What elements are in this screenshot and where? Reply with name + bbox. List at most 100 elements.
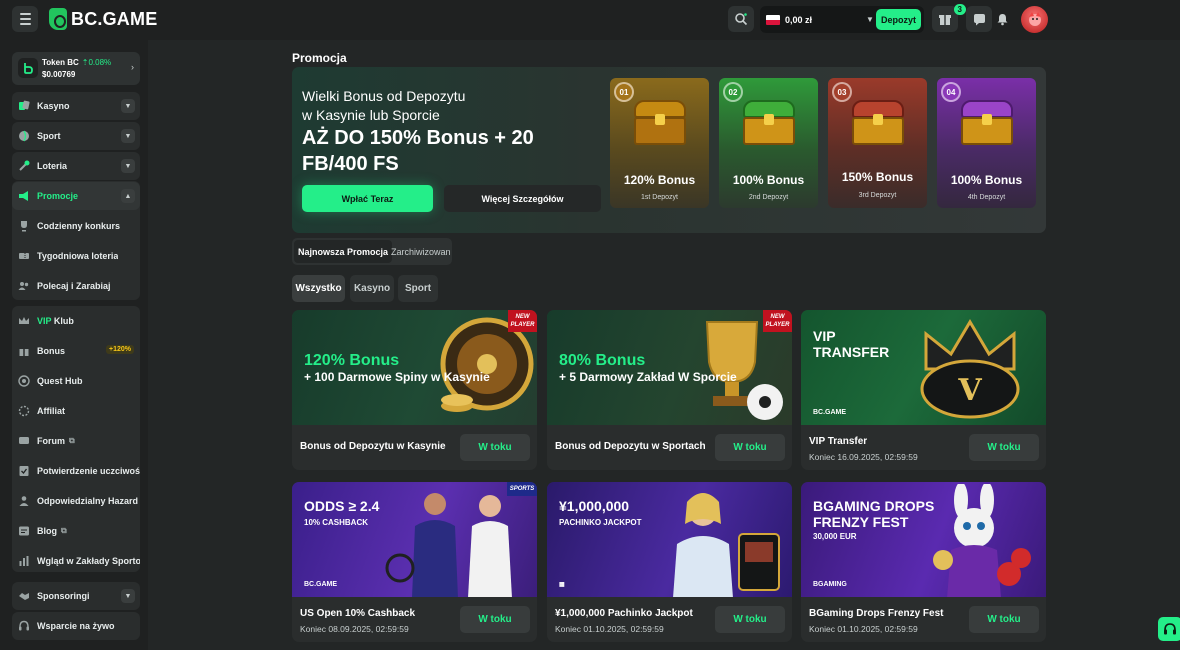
hero-subtitle: Wielki Bonus od Depozytu w Kasynie lub S…: [302, 88, 466, 123]
promo-card-casino-bonus[interactable]: NEW PLAYER 120% Bonus + 100 Darmowe Spin…: [292, 310, 537, 470]
forum-icon: [18, 435, 30, 447]
sidebar-item-wsparcie[interactable]: Wsparcie na żywo: [12, 612, 140, 640]
promo-card-end-date: Koniec 16.09.2025, 02:59:59: [809, 452, 918, 462]
promo-card-vip-transfer[interactable]: V VIP TRANSFER BC.GAME VIP Transfer Konie…: [801, 310, 1046, 470]
wallet-selector[interactable]: 0,00 zł ▼ Depozyt: [760, 6, 924, 33]
chevron-up-icon[interactable]: ▲: [121, 189, 135, 203]
sidebar-item-potwierdzenie[interactable]: Potwierdzenie uczciwości: [12, 457, 140, 485]
chat-icon: [973, 13, 985, 25]
brand-mark-icon: [49, 8, 67, 30]
chevron-down-icon[interactable]: ▼: [121, 159, 135, 173]
sidebar-item-sponsoringi[interactable]: Sponsoringi ▼: [12, 582, 140, 610]
tier-card-3[interactable]: 03 150% Bonus 3rd Depozyt: [828, 78, 927, 208]
tier-title: 150% Bonus: [841, 170, 914, 184]
person-icon: [18, 495, 30, 507]
sidebar-item-codzienny-konkurs[interactable]: Codzienny konkurs: [12, 212, 140, 240]
sidebar-item-loteria[interactable]: Loteria ▼: [12, 152, 140, 180]
filter-kasyno[interactable]: Kasyno: [350, 275, 394, 302]
tier-number-badge: 04: [941, 82, 961, 102]
sidebar-item-wglad[interactable]: Wgląd w Zakłady Sportowe: [12, 547, 140, 575]
sidebar-item-forum[interactable]: Forum ⧉: [12, 427, 140, 455]
sidebar-item-blog[interactable]: Blog ⧉: [12, 517, 140, 545]
live-support-button[interactable]: [1158, 617, 1180, 641]
promo-card-end-date: Koniec 01.10.2025, 02:59:59: [809, 624, 918, 634]
promo-card-pachinko[interactable]: ¥1,000,000 PACHINKO JACKPOT ▦ ¥1,000,000…: [547, 482, 792, 642]
promo-image-brand: BC.GAME: [813, 409, 847, 416]
promo-image-headline: ¥1,000,000: [559, 498, 630, 514]
blog-icon: [18, 525, 30, 537]
filter-sport[interactable]: Sport: [398, 275, 438, 302]
tier-subtitle: 2nd Depozyt: [748, 194, 789, 201]
in-progress-button[interactable]: W toku: [460, 606, 530, 633]
promotion-segment-control: Najnowsza Promocja Zarchiwizowan: [292, 238, 452, 265]
deposit-button[interactable]: Depozyt: [875, 9, 921, 30]
sidebar-item-sport[interactable]: Sport ▼: [12, 122, 140, 150]
chevron-down-icon[interactable]: ▼: [121, 129, 135, 143]
tier-card-1[interactable]: 01 120% Bonus 1st Depozyt: [610, 78, 709, 208]
sidebar-item-vip-klub[interactable]: VIP Klub: [12, 307, 140, 335]
menu-toggle-button[interactable]: [12, 6, 38, 32]
tier-subtitle: 4th Depozyt: [967, 194, 1006, 201]
token-bc-card[interactable]: Token BC ⇡0.08% $0.00769 ›: [12, 52, 140, 85]
chevron-down-icon[interactable]: ▼: [121, 99, 135, 113]
promo-card-sports-bonus[interactable]: NEW PLAYER 80% Bonus + 5 Darmowy Zakład …: [547, 310, 792, 470]
promo-card-end-date: Koniec 01.10.2025, 02:59:59: [555, 624, 664, 634]
tier-title: 100% Bonus: [950, 173, 1023, 187]
search-button[interactable]: [728, 6, 754, 32]
promo-card-image: ¥1,000,000 PACHINKO JACKPOT ▦: [547, 482, 792, 597]
sidebar-item-bonus[interactable]: Bonus +120%: [12, 337, 140, 365]
shield-check-icon: [18, 465, 30, 477]
avatar-character-icon: [1028, 11, 1041, 26]
user-avatar[interactable]: [1021, 6, 1048, 33]
promo-card-us-open[interactable]: SPORTS ODDS ≥ 2.4 10% CASHBACK BC.GAME U…: [292, 482, 537, 642]
treasure-chest-icon: [852, 100, 904, 146]
notifications-button[interactable]: [989, 6, 1015, 32]
in-progress-button[interactable]: W toku: [460, 434, 530, 461]
crown-icon: [18, 315, 30, 327]
wallet-balance: 0,00 zł: [785, 14, 813, 25]
users-icon: [18, 280, 30, 292]
treasure-chest-icon: [961, 100, 1013, 146]
gift-icon: [18, 345, 30, 357]
promo-card-image: NEW PLAYER 80% Bonus + 5 Darmowy Zakład …: [547, 310, 792, 425]
tab-archived[interactable]: Zarchiwizowan: [391, 240, 451, 263]
promo-card-bgaming-drops[interactable]: BGAMING DROPS FRENZY FEST 30,000 EUR BGAM…: [801, 482, 1046, 642]
rewards-button[interactable]: 3: [932, 4, 966, 32]
filter-wszystko[interactable]: Wszystko: [292, 275, 345, 302]
brand-logo[interactable]: BC.GAME: [49, 8, 157, 30]
vip-crown-icon: V: [920, 319, 1020, 419]
sidebar-item-quest-hub[interactable]: Quest Hub: [12, 367, 140, 395]
headset-icon: [18, 620, 30, 632]
sidebar-item-affiliat[interactable]: Affiliat: [12, 397, 140, 425]
promo-image-subline: 30,000 EUR: [813, 532, 857, 541]
promo-image-subline: + 5 Darmowy Zakład W Sporcie: [559, 370, 737, 384]
tier-card-2[interactable]: 02 100% Bonus 2nd Depozyt: [719, 78, 818, 208]
in-progress-button[interactable]: W toku: [715, 434, 785, 461]
promo-card-title: Bonus od Depozytu w Kasynie: [300, 441, 446, 452]
network-icon: [18, 405, 30, 417]
chevron-down-icon[interactable]: ▼: [121, 589, 135, 603]
gift-icon: [939, 15, 951, 25]
promo-card-title: VIP Transfer: [809, 436, 868, 447]
in-progress-button[interactable]: W toku: [969, 434, 1039, 461]
sidebar-item-polecaj[interactable]: Polecaj i Zarabiaj: [12, 272, 140, 300]
deposit-now-button[interactable]: Wpłać Teraz: [302, 185, 433, 212]
sidebar-item-kasyno[interactable]: Kasyno ▼: [12, 92, 140, 120]
sidebar: Token BC ⇡0.08% $0.00769 › Kasyno ▼ Sport…: [0, 40, 148, 650]
promo-card-end-date: Koniec 08.09.2025, 02:59:59: [300, 624, 409, 634]
provider-logo-icon: ▦: [559, 582, 565, 588]
search-icon: [735, 13, 748, 26]
tier-card-4[interactable]: 04 100% Bonus 4th Depozyt: [937, 78, 1036, 208]
tab-latest-promotions[interactable]: Najnowsza Promocja: [294, 240, 393, 263]
in-progress-button[interactable]: W toku: [969, 606, 1039, 633]
sidebar-item-tygodniowa-loteria[interactable]: Tygodniowa loteria: [12, 242, 140, 270]
sidebar-item-promocje[interactable]: Promocje ▲: [12, 182, 140, 210]
new-player-tag: NEW PLAYER: [763, 310, 792, 332]
promo-card-title: US Open 10% Cashback: [300, 608, 416, 619]
headset-icon: [1164, 623, 1176, 635]
more-details-button[interactable]: Więcej Szczegółów: [444, 185, 601, 212]
hero-headline: AŻ DO 150% Bonus + 20 FB/400 FS: [302, 127, 534, 175]
sidebar-item-odpowiedzialny-hazard[interactable]: Odpowiedzialny Hazard: [12, 487, 140, 515]
promo-card-image: SPORTS ODDS ≥ 2.4 10% CASHBACK BC.GAME: [292, 482, 537, 597]
in-progress-button[interactable]: W toku: [715, 606, 785, 633]
